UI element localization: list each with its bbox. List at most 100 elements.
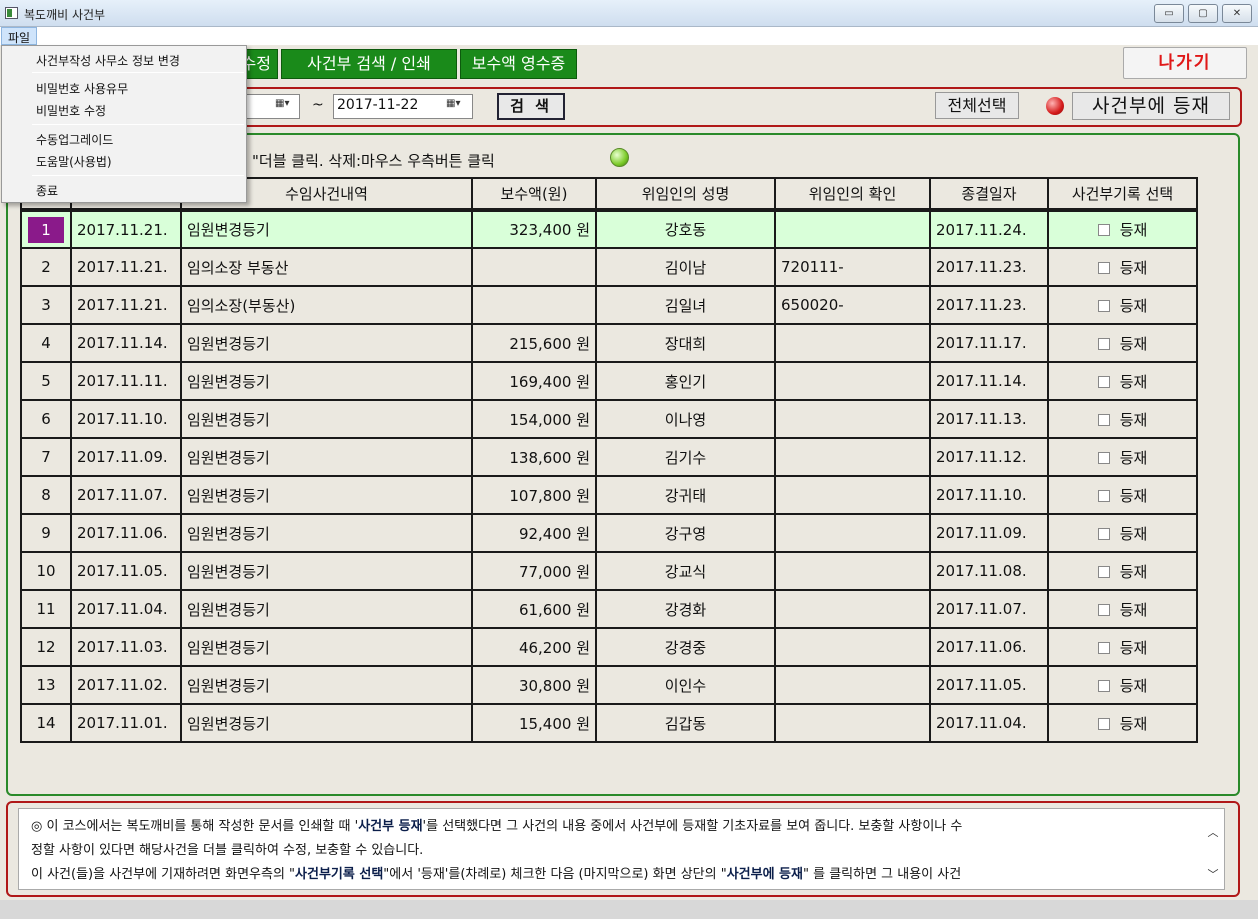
row-fee[interactable]: 92,400 원	[471, 513, 597, 553]
row-register-select[interactable]: 등재	[1047, 209, 1198, 249]
register-checkbox[interactable]	[1097, 717, 1110, 730]
row-fee[interactable]	[471, 247, 597, 287]
col-header-client-name[interactable]: 위임인의 성명	[595, 177, 776, 211]
table-row[interactable]: 13 2017.11.02. 임원변경등기 30,800 원 이인수 2017.11.05…	[20, 665, 1198, 705]
menu-item-office-info[interactable]: 사건부작성 사무소 정보 변경	[36, 52, 180, 69]
register-checkbox[interactable]	[1097, 603, 1110, 616]
row-number[interactable]: 13	[20, 665, 72, 705]
row-client-confirm[interactable]	[774, 513, 931, 553]
row-accept-date[interactable]: 2017.11.21.	[70, 209, 182, 249]
register-checkbox[interactable]	[1097, 679, 1110, 692]
row-end-date[interactable]: 2017.11.23.	[929, 285, 1049, 325]
row-client-name[interactable]: 김이남	[595, 247, 776, 287]
row-case-description[interactable]: 임원변경등기	[180, 665, 473, 705]
table-row[interactable]: 2 2017.11.21. 임의소장 부동산 김이남 720111- 2017.11.23…	[20, 247, 1198, 287]
register-checkbox[interactable]	[1097, 527, 1110, 540]
row-register-select[interactable]: 등재	[1047, 285, 1198, 325]
row-case-description[interactable]: 임원변경등기	[180, 361, 473, 401]
row-register-select[interactable]: 등재	[1047, 551, 1198, 591]
row-number[interactable]: 11	[20, 589, 72, 629]
row-case-description[interactable]: 임원변경등기	[180, 627, 473, 667]
row-client-name[interactable]: 이나영	[595, 399, 776, 439]
menu-item-exit[interactable]: 종료	[36, 182, 58, 199]
col-header-fee[interactable]: 보수액(원)	[471, 177, 597, 211]
row-accept-date[interactable]: 2017.11.21.	[70, 285, 182, 325]
info-textbox[interactable]: ◎ 이 코스에서는 복도깨비를 통해 작성한 문서를 인쇄할 때 '사건부 등재…	[18, 808, 1225, 890]
col-header-record-select[interactable]: 사건부기록 선택	[1047, 177, 1198, 211]
row-end-date[interactable]: 2017.11.10.	[929, 475, 1049, 515]
menu-item-manual-upgrade[interactable]: 수동업그레이드	[36, 131, 113, 148]
row-number[interactable]: 4	[20, 323, 72, 363]
row-case-description[interactable]: 임원변경등기	[180, 513, 473, 553]
table-row[interactable]: 8 2017.11.07. 임원변경등기 107,800 원 강귀태 2017.11.10…	[20, 475, 1198, 515]
col-header-client-confirm[interactable]: 위임인의 확인	[774, 177, 931, 211]
row-client-name[interactable]: 이인수	[595, 665, 776, 705]
register-checkbox[interactable]	[1097, 224, 1110, 236]
row-client-confirm[interactable]	[774, 437, 931, 477]
maximize-button[interactable]: ▢	[1188, 4, 1218, 23]
register-checkbox[interactable]	[1097, 641, 1110, 654]
row-case-description[interactable]: 임원변경등기	[180, 589, 473, 629]
row-client-name[interactable]: 홍인기	[595, 361, 776, 401]
row-client-name[interactable]: 강경중	[595, 627, 776, 667]
row-register-select[interactable]: 등재	[1047, 437, 1198, 477]
row-case-description[interactable]: 임의소장 부동산	[180, 247, 473, 287]
row-end-date[interactable]: 2017.11.07.	[929, 589, 1049, 629]
row-end-date[interactable]: 2017.11.23.	[929, 247, 1049, 287]
exit-button[interactable]: 나가기	[1123, 47, 1247, 79]
row-fee[interactable]: 61,600 원	[471, 589, 597, 629]
calendar-dropdown-icon[interactable]: ▦▾	[446, 98, 468, 115]
row-accept-date[interactable]: 2017.11.21.	[70, 247, 182, 287]
row-client-confirm[interactable]	[774, 665, 931, 705]
row-number[interactable]: 6	[20, 399, 72, 439]
row-accept-date[interactable]: 2017.11.03.	[70, 627, 182, 667]
row-client-confirm[interactable]	[774, 323, 931, 363]
row-fee[interactable]: 77,000 원	[471, 551, 597, 591]
row-client-confirm[interactable]	[774, 399, 931, 439]
tab-fee-receipt[interactable]: 보수액 영수증	[460, 49, 577, 79]
row-client-name[interactable]: 장대희	[595, 323, 776, 363]
close-button[interactable]: ✕	[1222, 4, 1252, 23]
table-row[interactable]: 4 2017.11.14. 임원변경등기 215,600 원 장대희 2017.11.17…	[20, 323, 1198, 363]
row-client-name[interactable]: 김일녀	[595, 285, 776, 325]
table-row[interactable]: 6 2017.11.10. 임원변경등기 154,000 원 이나영 2017.11.13…	[20, 399, 1198, 439]
row-client-name[interactable]: 강구영	[595, 513, 776, 553]
row-register-select[interactable]: 등재	[1047, 323, 1198, 363]
date-to-field[interactable]: 2017-11-22 ▦▾	[333, 94, 473, 119]
row-case-description[interactable]: 임원변경등기	[180, 551, 473, 591]
row-end-date[interactable]: 2017.11.08.	[929, 551, 1049, 591]
row-client-name[interactable]: 강호동	[595, 209, 776, 249]
register-checkbox[interactable]	[1097, 261, 1110, 274]
row-end-date[interactable]: 2017.11.06.	[929, 627, 1049, 667]
row-accept-date[interactable]: 2017.11.14.	[70, 323, 182, 363]
row-number[interactable]: 14	[20, 703, 72, 743]
row-client-confirm[interactable]	[774, 209, 931, 249]
row-end-date[interactable]: 2017.11.04.	[929, 703, 1049, 743]
row-end-date[interactable]: 2017.11.05.	[929, 665, 1049, 705]
row-fee[interactable]: 15,400 원	[471, 703, 597, 743]
row-number[interactable]: 5	[20, 361, 72, 401]
row-case-description[interactable]: 임원변경등기	[180, 437, 473, 477]
menu-file[interactable]: 파일	[1, 27, 38, 45]
row-end-date[interactable]: 2017.11.13.	[929, 399, 1049, 439]
row-client-name[interactable]: 김갑동	[595, 703, 776, 743]
row-register-select[interactable]: 등재	[1047, 703, 1198, 743]
row-client-confirm[interactable]: 720111-	[774, 247, 931, 287]
row-register-select[interactable]: 등재	[1047, 475, 1198, 515]
menu-item-password-toggle[interactable]: 비밀번호 사용유무	[36, 80, 128, 97]
table-row[interactable]: 9 2017.11.06. 임원변경등기 92,400 원 강구영 2017.11.09.…	[20, 513, 1198, 553]
row-accept-date[interactable]: 2017.11.09.	[70, 437, 182, 477]
table-row[interactable]: 11 2017.11.04. 임원변경등기 61,600 원 강경화 2017.11.07…	[20, 589, 1198, 629]
row-fee[interactable]: 30,800 원	[471, 665, 597, 705]
row-number[interactable]: 1	[20, 209, 72, 249]
row-number[interactable]: 7	[20, 437, 72, 477]
register-checkbox[interactable]	[1097, 489, 1110, 502]
row-fee[interactable]: 169,400 원	[471, 361, 597, 401]
row-accept-date[interactable]: 2017.11.02.	[70, 665, 182, 705]
row-register-select[interactable]: 등재	[1047, 627, 1198, 667]
row-fee[interactable]	[471, 285, 597, 325]
col-header-end-date[interactable]: 종결일자	[929, 177, 1049, 211]
row-case-description[interactable]: 임원변경등기	[180, 323, 473, 363]
register-checkbox[interactable]	[1097, 413, 1110, 426]
row-register-select[interactable]: 등재	[1047, 399, 1198, 439]
